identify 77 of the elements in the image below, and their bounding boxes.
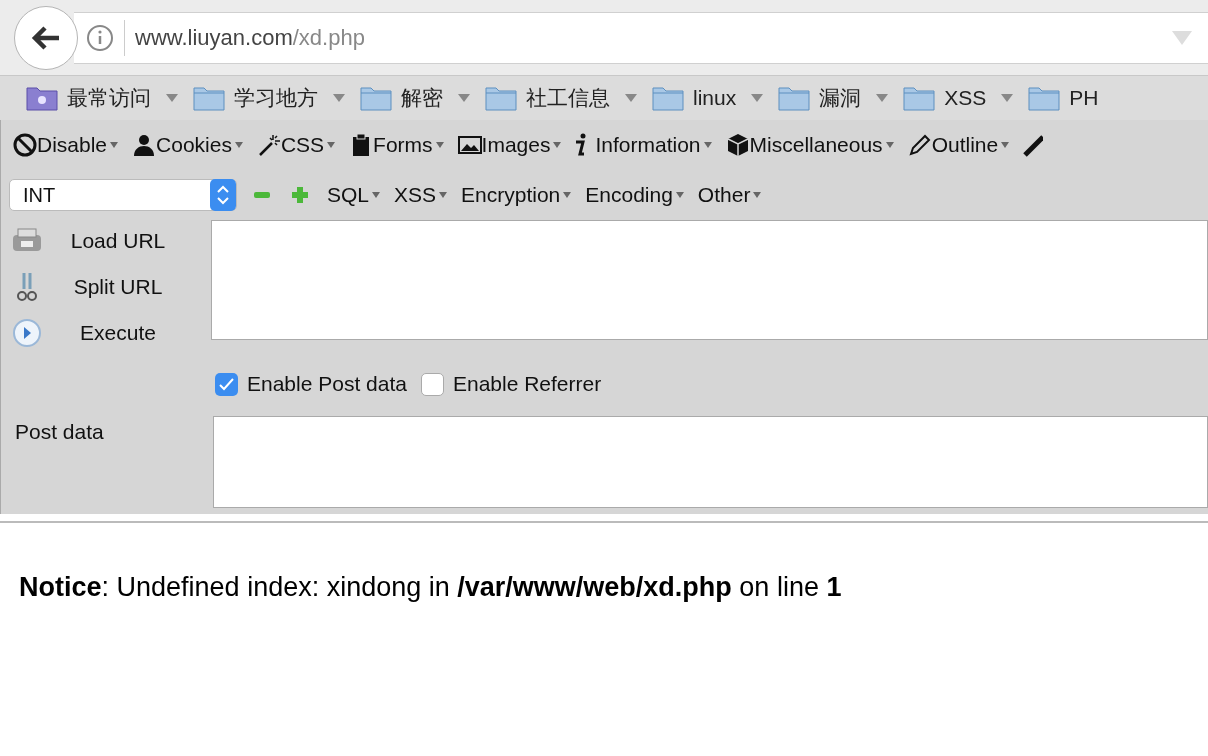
info-icon [86,23,114,52]
smart-folder-icon [26,85,58,111]
back-arrow-icon [31,24,61,51]
caret-icon [563,192,572,198]
payload-menu[interactable]: Encryption [461,179,572,211]
url-host: www.liuyan.com [135,24,293,52]
notice-message: Notice: Undefined index: xindong in /var/www/web/xd.php on line 1 [19,572,842,602]
folder-icon [1028,85,1061,111]
bookmark-folder[interactable]: PH [1028,82,1099,114]
bookmark-folder[interactable]: 最常访问 [26,82,178,114]
caret-icon [885,142,894,148]
select-field[interactable]: INT [9,179,237,211]
caret-icon [876,94,889,102]
url-path: /xd.php [292,24,365,52]
caret-icon [675,192,684,198]
caret-icon [703,142,712,148]
caret-icon [553,142,562,148]
toolbar-menu[interactable]: Outline [907,129,1010,161]
caret-icon [753,192,762,198]
folder-icon [903,85,936,111]
bookmark-folder[interactable]: 社工信息 [485,82,637,114]
folder-icon [360,85,392,111]
caret-icon [1001,94,1014,102]
toolbar-menu[interactable]: Miscellaneous [725,129,894,161]
payload-menu[interactable]: Other [697,179,762,211]
caret-icon [625,94,637,102]
hackbar-action[interactable]: Split URL [11,268,211,306]
checkbox-label: Enable Referrer [452,371,602,398]
caret-icon [234,142,243,148]
checkbox[interactable] [215,372,238,396]
caret-icon [751,94,764,102]
payload-menu[interactable]: SQL [327,179,381,211]
play-icon [11,317,43,349]
toolbar-menu[interactable]: Information [575,129,712,161]
bookmark-folder[interactable]: 漏洞 [778,82,889,114]
toolbar-menu[interactable]: Cookies [132,129,243,161]
post-data-label: Post data [15,420,104,443]
bookmark-folder[interactable]: 学习地方 [193,82,345,114]
caret-icon [435,142,444,148]
caret-icon [372,192,381,198]
bookmark-folder[interactable]: linux [652,82,764,114]
toolbar-menu[interactable]: Forms [349,129,444,161]
post-data-textarea[interactable] [213,416,1208,508]
dropdown-icon[interactable] [1172,30,1192,45]
toolbar-menu[interactable]: Disable [13,129,119,161]
ruler-icon[interactable] [1023,133,1044,157]
caret-icon [333,94,345,102]
caret-icon [458,94,470,102]
hackbar-action[interactable]: Load URL [11,222,211,260]
toolbar-menu[interactable]: Images [457,129,562,161]
pencil-icon [907,133,932,157]
toolbar-menu[interactable]: CSS [256,129,336,161]
user-icon [132,133,157,157]
url-field[interactable]: www.liuyan.com/xd.php [74,11,1208,64]
folder-icon [193,85,225,111]
folder-icon [485,85,517,111]
folder-icon [778,85,811,111]
stepper-icon [210,179,236,211]
payload-menu[interactable]: XSS [394,179,448,211]
caret-icon [439,192,448,198]
bookmark-folder[interactable]: 解密 [360,82,470,114]
folder-icon [652,85,684,111]
caret-icon [1001,142,1010,148]
caret-icon [110,142,119,148]
prohibited-icon [13,133,37,157]
checkbox[interactable] [420,372,444,396]
caret-icon [166,94,178,102]
payload-menu[interactable]: Encoding [585,179,684,211]
bookmark-folder[interactable]: XSS [903,82,1014,114]
info-icon [575,133,588,157]
checkbox-label: Enable Post data [247,371,407,398]
plus-icon[interactable] [291,186,309,204]
image-icon [457,133,482,157]
checkmark-icon [219,377,234,391]
hackbar-action[interactable]: Execute [11,314,211,352]
cube-icon [725,133,750,157]
caret-icon [327,142,336,148]
